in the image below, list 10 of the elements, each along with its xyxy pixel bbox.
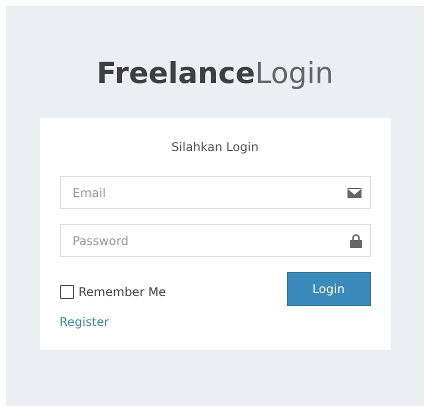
remember-checkbox[interactable] [60,285,74,299]
brand-title: FreelanceLogin [96,56,334,90]
lock-icon [350,234,362,248]
remember-label: Remember Me [78,285,166,299]
envelope-icon [346,187,362,198]
card-heading: Silahkan Login [171,140,259,154]
password-field[interactable]: Password [60,224,370,257]
email-field[interactable]: Email [60,176,370,209]
register-link[interactable]: Register [60,315,166,329]
login-button[interactable]: Login [286,272,370,306]
